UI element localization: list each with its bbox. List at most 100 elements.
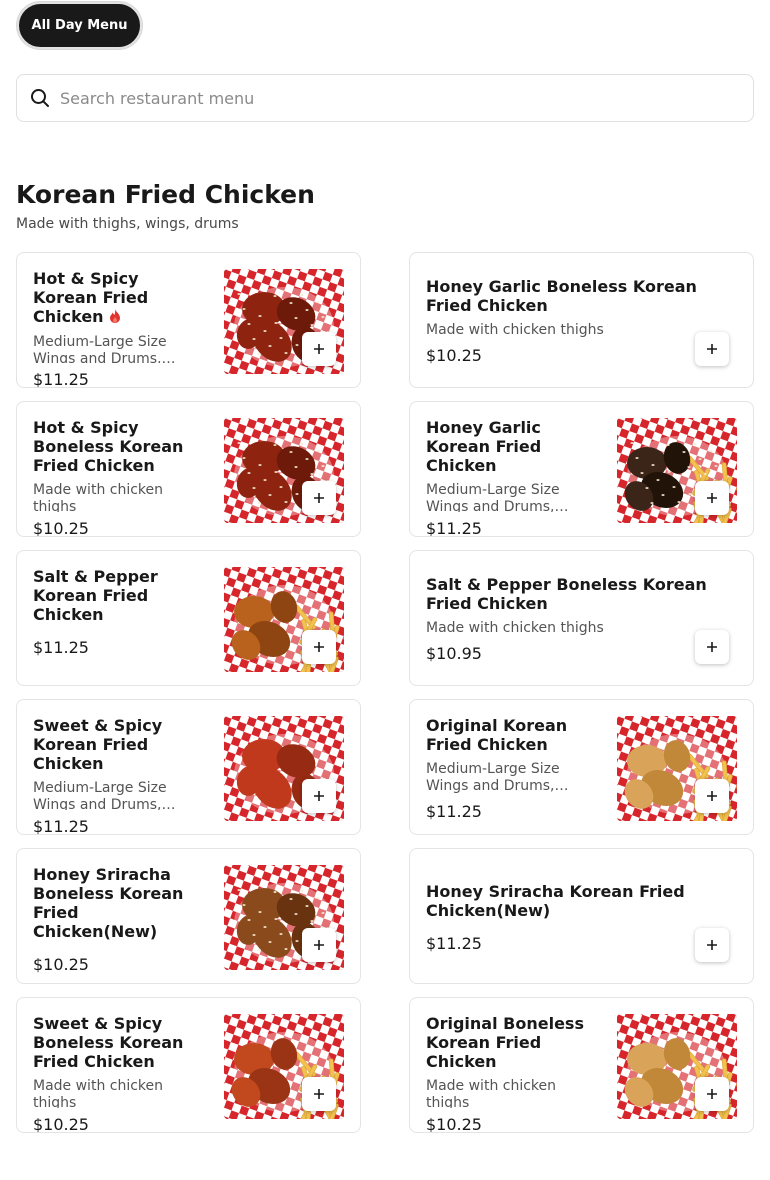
plus-icon: [706, 939, 718, 951]
menu-item-description: Made with chicken thighs: [426, 322, 604, 338]
menu-item-price: $11.25: [426, 802, 482, 821]
menu-item-text: Original Boneless Korean Fried Chicken Ma…: [426, 1014, 592, 1133]
menu-item-title: Hot & Spicy Boneless Korean Fried Chicke…: [33, 418, 199, 475]
menu-item-price: $11.25: [33, 817, 89, 835]
menu-item-text: Hot & Spicy Korean Fried Chicken Medium-L…: [33, 269, 199, 388]
add-to-cart-button[interactable]: [695, 779, 729, 813]
menu-item-title-text: Sweet & Spicy Boneless Korean Fried Chic…: [33, 1014, 184, 1071]
plus-icon: [313, 343, 325, 355]
search-icon: [30, 88, 50, 108]
menu-item-price: $11.25: [33, 370, 89, 388]
menu-item-title: Salt & Pepper Boneless Korean Fried Chic…: [426, 575, 716, 613]
plus-icon: [706, 1088, 718, 1100]
plus-icon: [706, 492, 718, 504]
plus-icon: [313, 939, 325, 951]
menu-item-price: $10.25: [426, 1115, 482, 1133]
menu-item-description: Made with chicken thighs: [426, 1078, 557, 1108]
search-input[interactable]: [60, 75, 753, 121]
menu-item-card[interactable]: Hot & Spicy Boneless Korean Fried Chicke…: [16, 401, 361, 537]
menu-item-title: Honey Sriracha Korean Fried Chicken(New): [426, 882, 716, 920]
menu-item-title: Honey Garlic Boneless Korean Fried Chick…: [426, 277, 716, 315]
add-to-cart-button[interactable]: [302, 928, 336, 962]
menu-item-text: Hot & Spicy Boneless Korean Fried Chicke…: [33, 418, 199, 537]
menu-item-title-text: Original Korean Fried Chicken: [426, 716, 568, 754]
menu-item-description: Medium-Large Size Wings and Drums, Marin…: [426, 482, 560, 512]
menu-item-price: $10.95: [426, 644, 482, 663]
menu-item-description: Made with chicken thighs: [426, 620, 604, 636]
menu-item-text: Salt & Pepper Boneless Korean Fried Chic…: [426, 551, 716, 685]
plus-icon: [706, 343, 718, 355]
add-to-cart-button[interactable]: [302, 332, 336, 366]
add-to-cart-button[interactable]: [302, 630, 336, 664]
menu-item-description: Medium-Large Size Wings and Drums, Marin…: [426, 761, 560, 794]
menu-item-title: Hot & Spicy Korean Fried Chicken: [33, 269, 199, 327]
plus-icon: [313, 1088, 325, 1100]
menu-item-description: Made with chicken thighs: [33, 482, 164, 512]
menu-item-text: Honey Garlic Boneless Korean Fried Chick…: [426, 253, 716, 387]
menu-item-title-text: Sweet & Spicy Korean Fried Chicken: [33, 716, 163, 773]
menu-item-title: Sweet & Spicy Boneless Korean Fried Chic…: [33, 1014, 199, 1071]
menu-item-price: $11.25: [33, 638, 89, 657]
menu-item-description: Medium-Large Size Wings and Drums, Marin…: [33, 780, 167, 810]
menu-item-title: Honey Sriracha Boneless Korean Fried Chi…: [33, 865, 199, 941]
menu-item-text: Honey Sriracha Boneless Korean Fried Chi…: [33, 865, 199, 983]
add-to-cart-button[interactable]: [302, 1077, 336, 1111]
add-to-cart-button[interactable]: [302, 779, 336, 813]
menu-item-card[interactable]: Hot & Spicy Korean Fried Chicken Medium-L…: [16, 252, 361, 388]
menu-item-price: $10.25: [33, 955, 89, 974]
section-description: Made with thighs, wings, drums: [16, 216, 239, 232]
add-to-cart-button[interactable]: [695, 481, 729, 515]
menu-item-grid: Hot & Spicy Korean Fried Chicken Medium-L…: [16, 252, 754, 1133]
menu-item-title-text: Hot & Spicy Boneless Korean Fried Chicke…: [33, 418, 184, 475]
menu-item-description: Made with chicken thighs: [33, 1078, 164, 1108]
menu-item-title: Original Boneless Korean Fried Chicken: [426, 1014, 592, 1071]
menu-item-price: $10.25: [33, 519, 89, 537]
menu-item-title: Honey Garlic Korean Fried Chicken: [426, 418, 592, 475]
menu-item-title-text: Honey Sriracha Boneless Korean Fried Chi…: [33, 865, 184, 941]
plus-icon: [706, 641, 718, 653]
add-to-cart-button[interactable]: [695, 1077, 729, 1111]
menu-item-title: Original Korean Fried Chicken: [426, 716, 592, 754]
menu-item-card[interactable]: Original Korean Fried Chicken Medium-Larg…: [409, 699, 754, 835]
menu-item-text: Salt & Pepper Korean Fried Chicken $11.25: [33, 567, 199, 685]
menu-item-card[interactable]: Honey Garlic Boneless Korean Fried Chick…: [409, 252, 754, 388]
menu-item-card[interactable]: Salt & Pepper Korean Fried Chicken $11.25: [16, 550, 361, 686]
menu-item-text: Sweet & Spicy Boneless Korean Fried Chic…: [33, 1014, 199, 1133]
menu-item-text: Original Korean Fried Chicken Medium-Larg…: [426, 716, 592, 834]
spicy-fire-icon: [109, 308, 121, 327]
menu-item-text: Honey Sriracha Korean Fried Chicken(New)…: [426, 849, 716, 983]
menu-item-title-text: Hot & Spicy Korean Fried Chicken: [33, 269, 149, 326]
menu-item-text: Sweet & Spicy Korean Fried Chicken Medium…: [33, 716, 199, 835]
menu-item-card[interactable]: Salt & Pepper Boneless Korean Fried Chic…: [409, 550, 754, 686]
add-to-cart-button[interactable]: [695, 630, 729, 664]
add-to-cart-button[interactable]: [695, 928, 729, 962]
add-to-cart-button[interactable]: [695, 332, 729, 366]
menu-item-description: Medium-Large Size Wings and Drums, Marin…: [33, 334, 167, 363]
menu-item-card[interactable]: Original Boneless Korean Fried Chicken Ma…: [409, 997, 754, 1133]
menu-item-title-text: Salt & Pepper Korean Fried Chicken: [33, 567, 158, 624]
menu-item-card[interactable]: Sweet & Spicy Boneless Korean Fried Chic…: [16, 997, 361, 1133]
menu-item-card[interactable]: Honey Sriracha Boneless Korean Fried Chi…: [16, 848, 361, 984]
section-title: Korean Fried Chicken: [16, 180, 315, 209]
menu-item-title: Sweet & Spicy Korean Fried Chicken: [33, 716, 199, 773]
menu-item-price: $11.25: [426, 933, 482, 953]
menu-item-title-text: Honey Sriracha Korean Fried Chicken(New): [426, 881, 685, 920]
menu-item-card[interactable]: Honey Sriracha Korean Fried Chicken(New)…: [409, 848, 754, 984]
menu-item-card[interactable]: Sweet & Spicy Korean Fried Chicken Medium…: [16, 699, 361, 835]
menu-item-price: $11.25: [426, 519, 482, 537]
plus-icon: [313, 790, 325, 802]
menu-item-title-text: Honey Garlic Korean Fried Chicken: [426, 418, 542, 475]
menu-item-title-text: Honey Garlic Boneless Korean Fried Chick…: [426, 277, 697, 315]
search-bar[interactable]: [16, 74, 754, 122]
menu-selector-button[interactable]: All Day Menu: [17, 2, 142, 49]
menu-item-title-text: Original Boneless Korean Fried Chicken: [426, 1014, 584, 1071]
add-to-cart-button[interactable]: [302, 481, 336, 515]
plus-icon: [313, 641, 325, 653]
menu-item-title: Salt & Pepper Korean Fried Chicken: [33, 567, 199, 624]
menu-item-title-text: Salt & Pepper Boneless Korean Fried Chic…: [426, 575, 707, 613]
menu-item-text: Honey Garlic Korean Fried Chicken Medium-…: [426, 418, 592, 537]
plus-icon: [706, 790, 718, 802]
menu-item-price: $10.25: [426, 346, 482, 365]
menu-item-price: $10.25: [33, 1115, 89, 1133]
menu-item-card[interactable]: Honey Garlic Korean Fried Chicken Medium-…: [409, 401, 754, 537]
